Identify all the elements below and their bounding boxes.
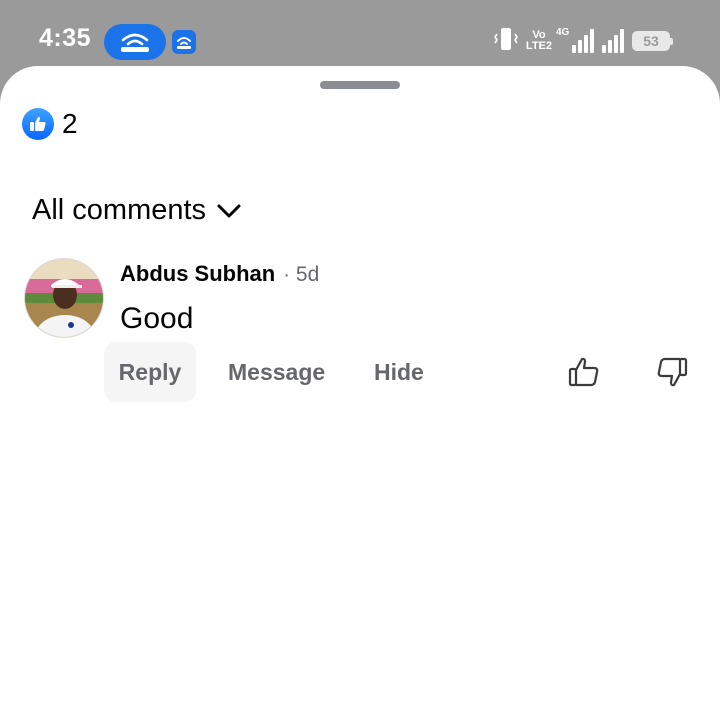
separator-dot: ·: [283, 264, 290, 286]
comment-item: Abdus Subhan · 5d Good Reply Message Hid…: [24, 258, 704, 408]
system-icons: Vo LTE2 4G 53: [493, 26, 673, 57]
chevron-down-icon: [217, 204, 241, 217]
reaction-count: 2: [62, 108, 78, 139]
battery-icon: 53: [632, 31, 673, 51]
comment-filter-dropdown[interactable]: All comments: [32, 194, 242, 227]
network-volte-label: Vo LTE2: [525, 29, 552, 52]
signal-2-icon: [602, 29, 624, 53]
battery-level: 53: [643, 33, 659, 49]
comment-filter-label: All comments: [32, 194, 207, 226]
comments-sheet: 2 All comments Abdus Subhan · 5d Good Re…: [0, 66, 720, 712]
hotspot-small-icon: [172, 30, 196, 54]
message-button[interactable]: Message: [228, 342, 325, 402]
reaction-summary[interactable]: 2: [22, 108, 78, 140]
thumbs-down-icon[interactable]: [656, 356, 688, 388]
hotspot-icon[interactable]: [104, 24, 166, 60]
drag-handle[interactable]: [320, 81, 400, 89]
thumbs-up-icon[interactable]: [568, 356, 600, 388]
comment-time: 5d: [295, 263, 320, 286]
comment-text: Good: [120, 302, 194, 335]
signal-icon: 4G: [556, 27, 594, 53]
avatar[interactable]: [24, 258, 104, 338]
like-icon: [22, 108, 54, 140]
status-time: 4:35: [39, 24, 92, 52]
vibrate-icon: [493, 26, 518, 57]
hide-button[interactable]: Hide: [374, 342, 424, 402]
comment-header: Abdus Subhan · 5d: [120, 261, 319, 287]
comment-author[interactable]: Abdus Subhan: [120, 261, 275, 287]
reply-button[interactable]: Reply: [104, 342, 196, 402]
